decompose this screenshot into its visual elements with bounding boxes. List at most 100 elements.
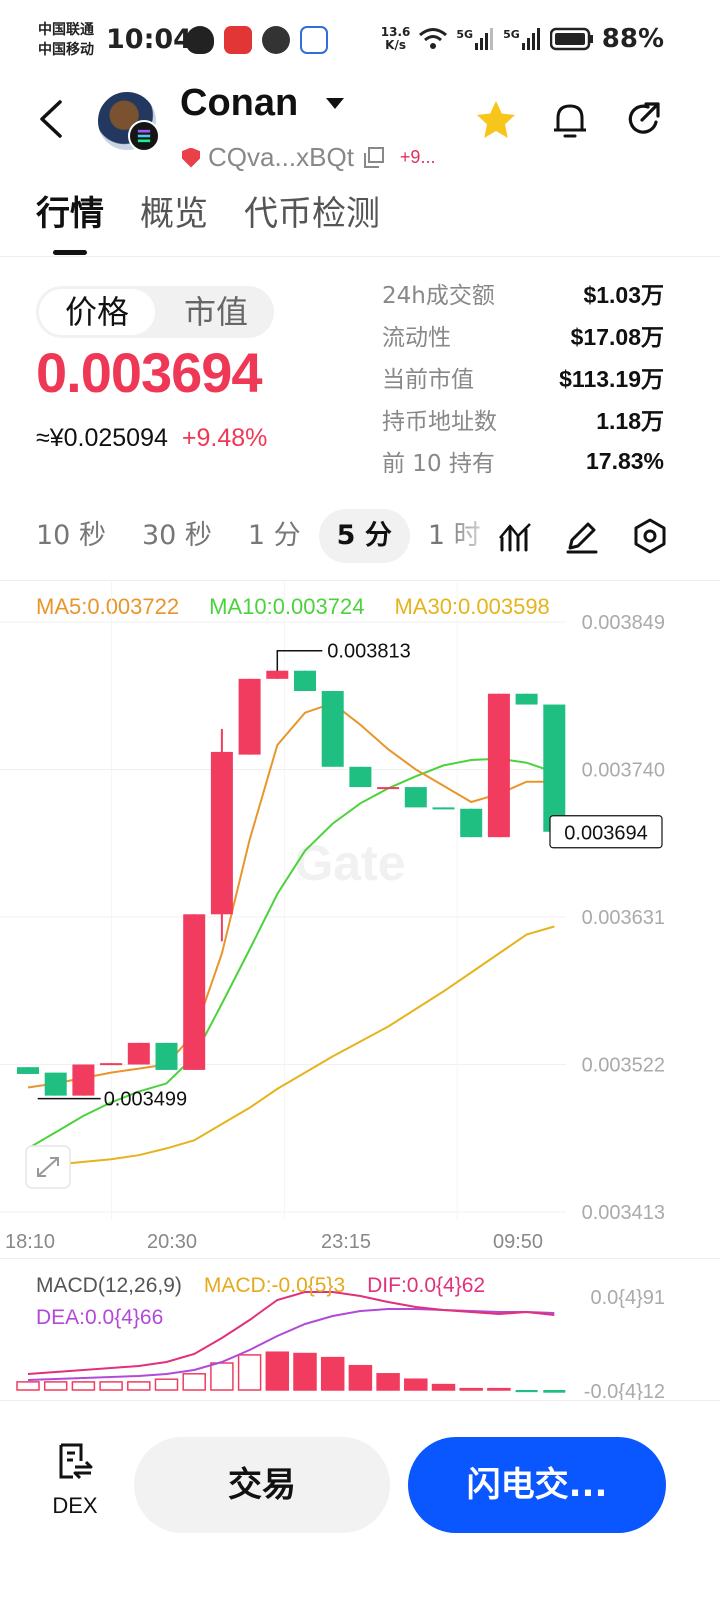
price-change: +9.48% bbox=[181, 424, 268, 452]
risk-shield-icon[interactable] bbox=[182, 147, 200, 168]
macd-histogram-bar bbox=[431, 1383, 456, 1391]
macd-histogram-bar bbox=[127, 1381, 151, 1391]
candle bbox=[100, 1063, 123, 1066]
y-axis-tick: 0.003631 bbox=[582, 907, 665, 929]
candle bbox=[432, 807, 455, 810]
flash-trade-button[interactable]: 闪电交... bbox=[408, 1437, 666, 1533]
candle bbox=[17, 1067, 39, 1074]
status-time: 10:04 bbox=[106, 24, 192, 55]
trade-button[interactable]: 交易 bbox=[134, 1437, 390, 1533]
candle bbox=[238, 678, 261, 755]
tab-market[interactable]: 行情 bbox=[36, 186, 104, 235]
candle bbox=[266, 670, 289, 679]
divider bbox=[0, 1258, 720, 1259]
candle bbox=[515, 693, 538, 705]
notification-icons bbox=[186, 26, 328, 54]
macd-histogram-bar bbox=[376, 1373, 400, 1391]
price-sub-row: ≈¥0.025094 +9.48% bbox=[36, 424, 267, 453]
message-icon bbox=[262, 26, 290, 54]
macd-histogram-bar bbox=[99, 1381, 123, 1391]
cny-price: ≈¥0.025094 bbox=[36, 424, 168, 452]
address-change: +9... bbox=[399, 147, 436, 167]
solana-chain-icon bbox=[128, 120, 160, 152]
x-axis-tick: 18:10 bbox=[5, 1231, 55, 1253]
carrier-2: 中国移动 bbox=[38, 42, 94, 58]
stat-row: 流动性 $17.08万 bbox=[382, 324, 664, 351]
status-bar: 中国联通 中国移动 10:04 13.6 K/s 5G 5G 88% bbox=[0, 0, 720, 80]
battery-percent: 88% bbox=[601, 24, 664, 54]
macd-histogram-bar bbox=[515, 1390, 538, 1393]
candle bbox=[210, 751, 233, 915]
wifi-icon bbox=[419, 28, 448, 49]
copy-icon[interactable] bbox=[362, 146, 386, 170]
back-arrow-icon[interactable] bbox=[36, 98, 66, 140]
interval-30s[interactable]: 30 秒 bbox=[124, 509, 230, 563]
stat-row: 前 10 持有 17.83% bbox=[382, 447, 664, 478]
active-tab-indicator bbox=[53, 250, 87, 255]
macd-value: MACD:-0.0{5}3 bbox=[203, 1274, 346, 1297]
candle bbox=[404, 787, 427, 808]
signal-2: 5G bbox=[503, 28, 542, 50]
star-favorite-icon[interactable] bbox=[474, 98, 518, 142]
candle bbox=[44, 1072, 67, 1096]
candle bbox=[183, 914, 206, 1070]
toggle-market-cap[interactable]: 市值 bbox=[158, 286, 274, 338]
x-axis-tick: 09:50 bbox=[493, 1231, 543, 1253]
indicator-chart-icon[interactable] bbox=[496, 516, 536, 556]
stat-row: 24h成交额 $1.03万 bbox=[382, 282, 664, 309]
bell-alert-icon[interactable] bbox=[548, 98, 592, 142]
current-price: 0.003694 bbox=[36, 341, 263, 404]
candle bbox=[543, 704, 566, 832]
mail-icon bbox=[300, 26, 328, 54]
y-axis-tick: 0.003849 bbox=[582, 612, 665, 634]
candle bbox=[155, 1042, 178, 1070]
y-axis-tick: 0.003413 bbox=[582, 1202, 665, 1224]
y-axis-tick: 0.003740 bbox=[582, 760, 665, 782]
macd-histogram-bar bbox=[154, 1378, 179, 1391]
interval-1m[interactable]: 1 分 bbox=[230, 509, 319, 563]
candle bbox=[349, 766, 372, 788]
contract-address-row: CQva...xBQt +9... bbox=[182, 142, 435, 173]
candle bbox=[460, 808, 483, 838]
draw-pencil-icon[interactable] bbox=[562, 516, 602, 556]
chart-settings-icon[interactable] bbox=[630, 516, 670, 556]
contract-address: CQva...xBQt bbox=[208, 142, 354, 172]
ma30-line bbox=[28, 925, 555, 1166]
token-stats: 24h成交额 $1.03万 流动性 $17.08万 当前市值 $113.19万 持币地… bbox=[382, 272, 664, 482]
candle bbox=[487, 693, 510, 838]
macd-legend: MACD(12,26,9) MACD:-0.0{5}3 DIF:0.0{4}62 D… bbox=[36, 1270, 596, 1334]
macd-histogram-bar bbox=[210, 1362, 234, 1391]
candle bbox=[127, 1042, 150, 1065]
interval-5m[interactable]: 5 分 bbox=[318, 509, 410, 563]
share-icon[interactable] bbox=[622, 98, 666, 142]
interval-selector: 10 秒 30 秒 1 分 5 分 1 时 bbox=[36, 508, 499, 564]
token-name[interactable]: Conan bbox=[180, 82, 298, 125]
toggle-price[interactable]: 价格 bbox=[39, 289, 155, 335]
tab-token-check[interactable]: 代币检测 bbox=[244, 186, 380, 235]
app-badge-icon bbox=[224, 26, 252, 54]
macd-histogram-bar bbox=[293, 1352, 317, 1391]
macd-axis-bottom: -0.0{4}12 bbox=[584, 1381, 665, 1402]
main-tabs: 行情 概览 代币检测 bbox=[36, 186, 380, 235]
token-dropdown-caret-icon[interactable] bbox=[326, 98, 344, 109]
signal-bars-icon bbox=[521, 28, 540, 50]
signal-1: 5G bbox=[456, 28, 495, 50]
macd-histogram-bar bbox=[348, 1364, 373, 1391]
price-candlestick-chart[interactable]: 0.003849 0.003740 0.003631 0.003522 0.003413… bbox=[0, 580, 720, 1260]
candle bbox=[294, 670, 316, 692]
macd-histogram-bar bbox=[16, 1381, 40, 1391]
candle bbox=[321, 691, 344, 767]
candle bbox=[377, 787, 400, 790]
macd-histogram-bar bbox=[265, 1351, 290, 1391]
dex-button[interactable]: DEX bbox=[40, 1441, 110, 1519]
current-price-label: 0.003694 bbox=[564, 823, 647, 845]
macd-axis-top: 0.0{4}91 bbox=[590, 1287, 665, 1309]
net-speed: 13.6 K/s bbox=[380, 25, 411, 52]
interval-10s[interactable]: 10 秒 bbox=[18, 509, 124, 563]
ma5-line bbox=[27, 702, 555, 1089]
stat-row: 持币地址数 1.18万 bbox=[382, 408, 664, 435]
macd-histogram-bar bbox=[182, 1373, 206, 1391]
macd-histogram-bar bbox=[237, 1354, 262, 1391]
tab-overview[interactable]: 概览 bbox=[140, 186, 208, 235]
interval-1h[interactable]: 1 时 bbox=[410, 509, 499, 563]
